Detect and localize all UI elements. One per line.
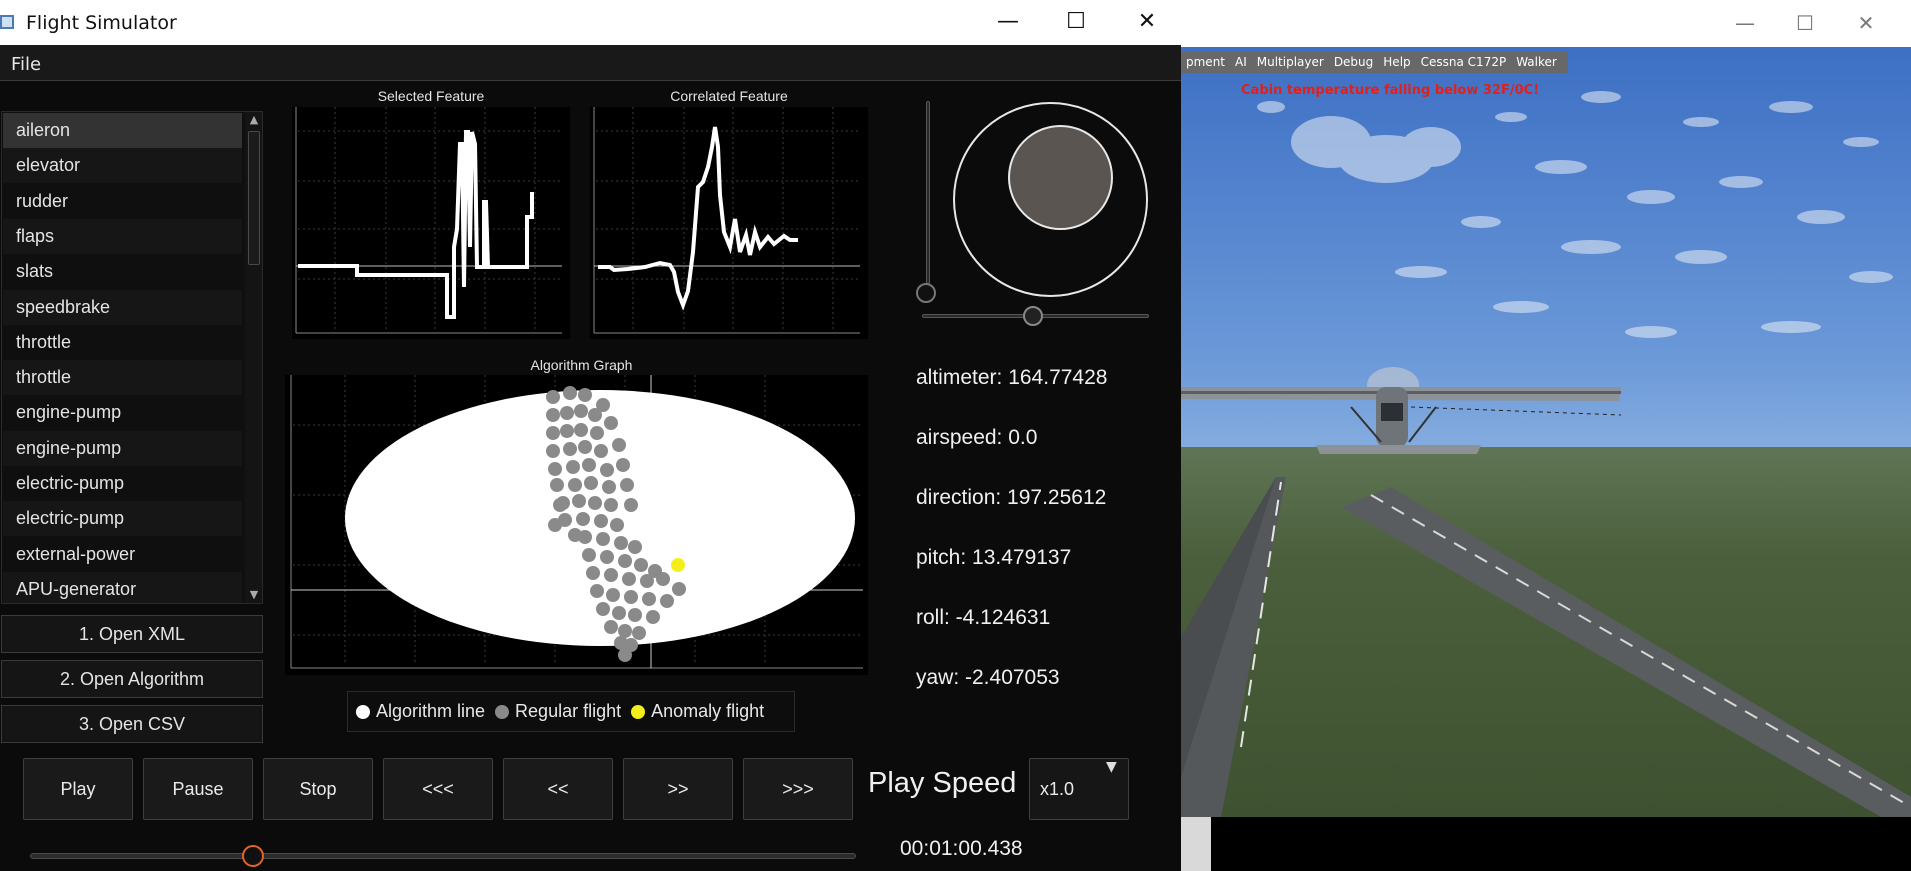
ground-terrain: [1181, 447, 1911, 817]
menu-file[interactable]: File: [11, 54, 41, 75]
roll-value: roll: -4.124631: [916, 606, 1051, 629]
feature-list-item[interactable]: aileron: [3, 113, 242, 148]
algorithm-graph: [285, 375, 868, 675]
stop-button[interactable]: Stop: [263, 758, 373, 820]
fg-menu-walker[interactable]: Walker: [1511, 55, 1562, 69]
timeline-handle[interactable]: [242, 845, 265, 867]
play-button[interactable]: Play: [23, 758, 133, 820]
scroll-down-icon[interactable]: ▼: [248, 589, 260, 601]
fg-menu-equipment[interactable]: pment: [1181, 55, 1230, 69]
legend-anomaly-flight: Anomaly flight: [631, 701, 764, 722]
forward-button[interactable]: >>: [623, 758, 733, 820]
fg-close-button[interactable]: ✕: [1853, 10, 1879, 36]
legend-regular-flight: Regular flight: [495, 701, 621, 722]
fg-menu-help[interactable]: Help: [1378, 55, 1415, 69]
feature-list-item[interactable]: speedbrake: [3, 290, 242, 325]
fg-menu-multiplayer[interactable]: Multiplayer: [1252, 55, 1329, 69]
regular-flight-dot-icon: [495, 704, 510, 719]
flightgear-3d-view[interactable]: pment AI Multiplayer Debug Help Cessna C…: [1181, 47, 1911, 817]
flightgear-titlebar: — ☐ ✕: [1181, 0, 1911, 46]
rudder-handle[interactable]: [1023, 306, 1044, 326]
correlated-feature-title: Correlated Feature: [670, 88, 788, 104]
anomaly-flight-dot-icon: [631, 704, 646, 719]
feature-list-item[interactable]: APU-generator: [3, 572, 242, 603]
flightgear-menubar: pment AI Multiplayer Debug Help Cessna C…: [1181, 51, 1568, 73]
graph-legend: Algorithm line Regular flight Anomaly fl…: [347, 691, 795, 732]
altimeter-value: altimeter: 164.77428: [916, 366, 1108, 389]
menu-bar: File: [0, 45, 1181, 81]
fg-menu-aircraft[interactable]: Cessna C172P: [1416, 55, 1512, 69]
algorithm-graph-title: Algorithm Graph: [530, 357, 633, 373]
window-title: Flight Simulator: [26, 12, 177, 34]
joystick-handle[interactable]: [1008, 125, 1113, 230]
open-xml-button[interactable]: 1. Open XML: [1, 615, 263, 653]
open-csv-button[interactable]: 3. Open CSV: [1, 705, 263, 743]
maximize-button[interactable]: ☐: [1056, 7, 1096, 37]
selected-feature-graph: [292, 107, 570, 339]
throttle-slider[interactable]: [926, 101, 930, 293]
feature-list-item[interactable]: electric-pump: [3, 501, 242, 536]
runway: [1181, 477, 1911, 817]
feature-list-item[interactable]: throttle: [3, 325, 242, 360]
pitch-value: pitch: 13.479137: [916, 546, 1072, 569]
title-bar: Flight Simulator — ☐ ✕: [0, 0, 1181, 45]
play-speed-label: Play Speed: [868, 767, 1017, 799]
legend-anomaly-flight-label: Anomaly flight: [651, 701, 765, 721]
direction-value: direction: 197.25612: [916, 486, 1107, 509]
scroll-up-icon[interactable]: ▲: [248, 114, 260, 126]
feature-list-item[interactable]: engine-pump: [3, 431, 242, 466]
yaw-value: yaw: -2.407053: [916, 666, 1060, 689]
legend-algorithm-line: Algorithm line: [356, 701, 485, 722]
timeline-slider[interactable]: [30, 853, 856, 859]
feature-list[interactable]: aileron elevator rudder flaps slats speedbrak…: [1, 111, 263, 604]
fg-menu-ai[interactable]: AI: [1230, 55, 1252, 69]
cabin-temperature-alert: Cabin temperature falling below 32F/0C!: [1241, 83, 1540, 98]
algorithm-line-dot-icon: [356, 704, 370, 719]
close-button[interactable]: ✕: [1127, 7, 1167, 37]
pause-button[interactable]: Pause: [143, 758, 253, 820]
feature-list-item[interactable]: slats: [3, 254, 242, 289]
fg-menu-debug[interactable]: Debug: [1329, 55, 1378, 69]
anomaly-point: [671, 558, 685, 572]
flightgear-bottom-panel: [1181, 817, 1211, 871]
fg-maximize-button[interactable]: ☐: [1792, 10, 1818, 36]
feature-list-item[interactable]: rudder: [3, 184, 242, 219]
flight-simulator-window: Flight Simulator — ☐ ✕ File aileron eleva…: [0, 0, 1181, 871]
aircraft: [1181, 367, 1622, 454]
feature-list-item[interactable]: engine-pump: [3, 395, 242, 430]
time-readout: 00:01:00.438: [900, 837, 1023, 860]
feature-list-item[interactable]: external-power: [3, 537, 242, 572]
feature-list-scrollbar[interactable]: ▲ ▼: [245, 112, 262, 603]
correlated-feature-graph: [590, 107, 868, 339]
legend-algorithm-line-label: Algorithm line: [376, 701, 486, 721]
airspeed-value: airspeed: 0.0: [916, 426, 1038, 449]
feature-list-item[interactable]: electric-pump: [3, 466, 242, 501]
selected-feature-title: Selected Feature: [377, 88, 485, 104]
legend-regular-flight-label: Regular flight: [515, 701, 622, 721]
fg-minimize-button[interactable]: —: [1732, 10, 1758, 36]
app-icon: [0, 15, 14, 29]
feature-list-item[interactable]: throttle: [3, 360, 242, 395]
chevron-down-icon: ▼: [1106, 759, 1117, 775]
flightgear-bottom: [1181, 817, 1911, 871]
feature-list-item[interactable]: elevator: [3, 148, 242, 183]
open-algorithm-button[interactable]: 2. Open Algorithm: [1, 660, 263, 698]
scrollbar-thumb[interactable]: [248, 131, 260, 265]
play-speed-select[interactable]: x1.0 ▼: [1029, 758, 1129, 820]
rewind-button[interactable]: <<: [503, 758, 613, 820]
fast-forward-button[interactable]: >>>: [743, 758, 853, 820]
flightgear-window: — ☐ ✕ pment AI Multiplayer Debug Help Ce…: [1181, 0, 1911, 871]
minimize-button[interactable]: —: [988, 7, 1028, 37]
play-speed-value: x1.0: [1040, 779, 1075, 799]
throttle-handle[interactable]: [916, 283, 936, 303]
feature-list-item[interactable]: flaps: [3, 219, 242, 254]
fast-rewind-button[interactable]: <<<: [383, 758, 493, 820]
